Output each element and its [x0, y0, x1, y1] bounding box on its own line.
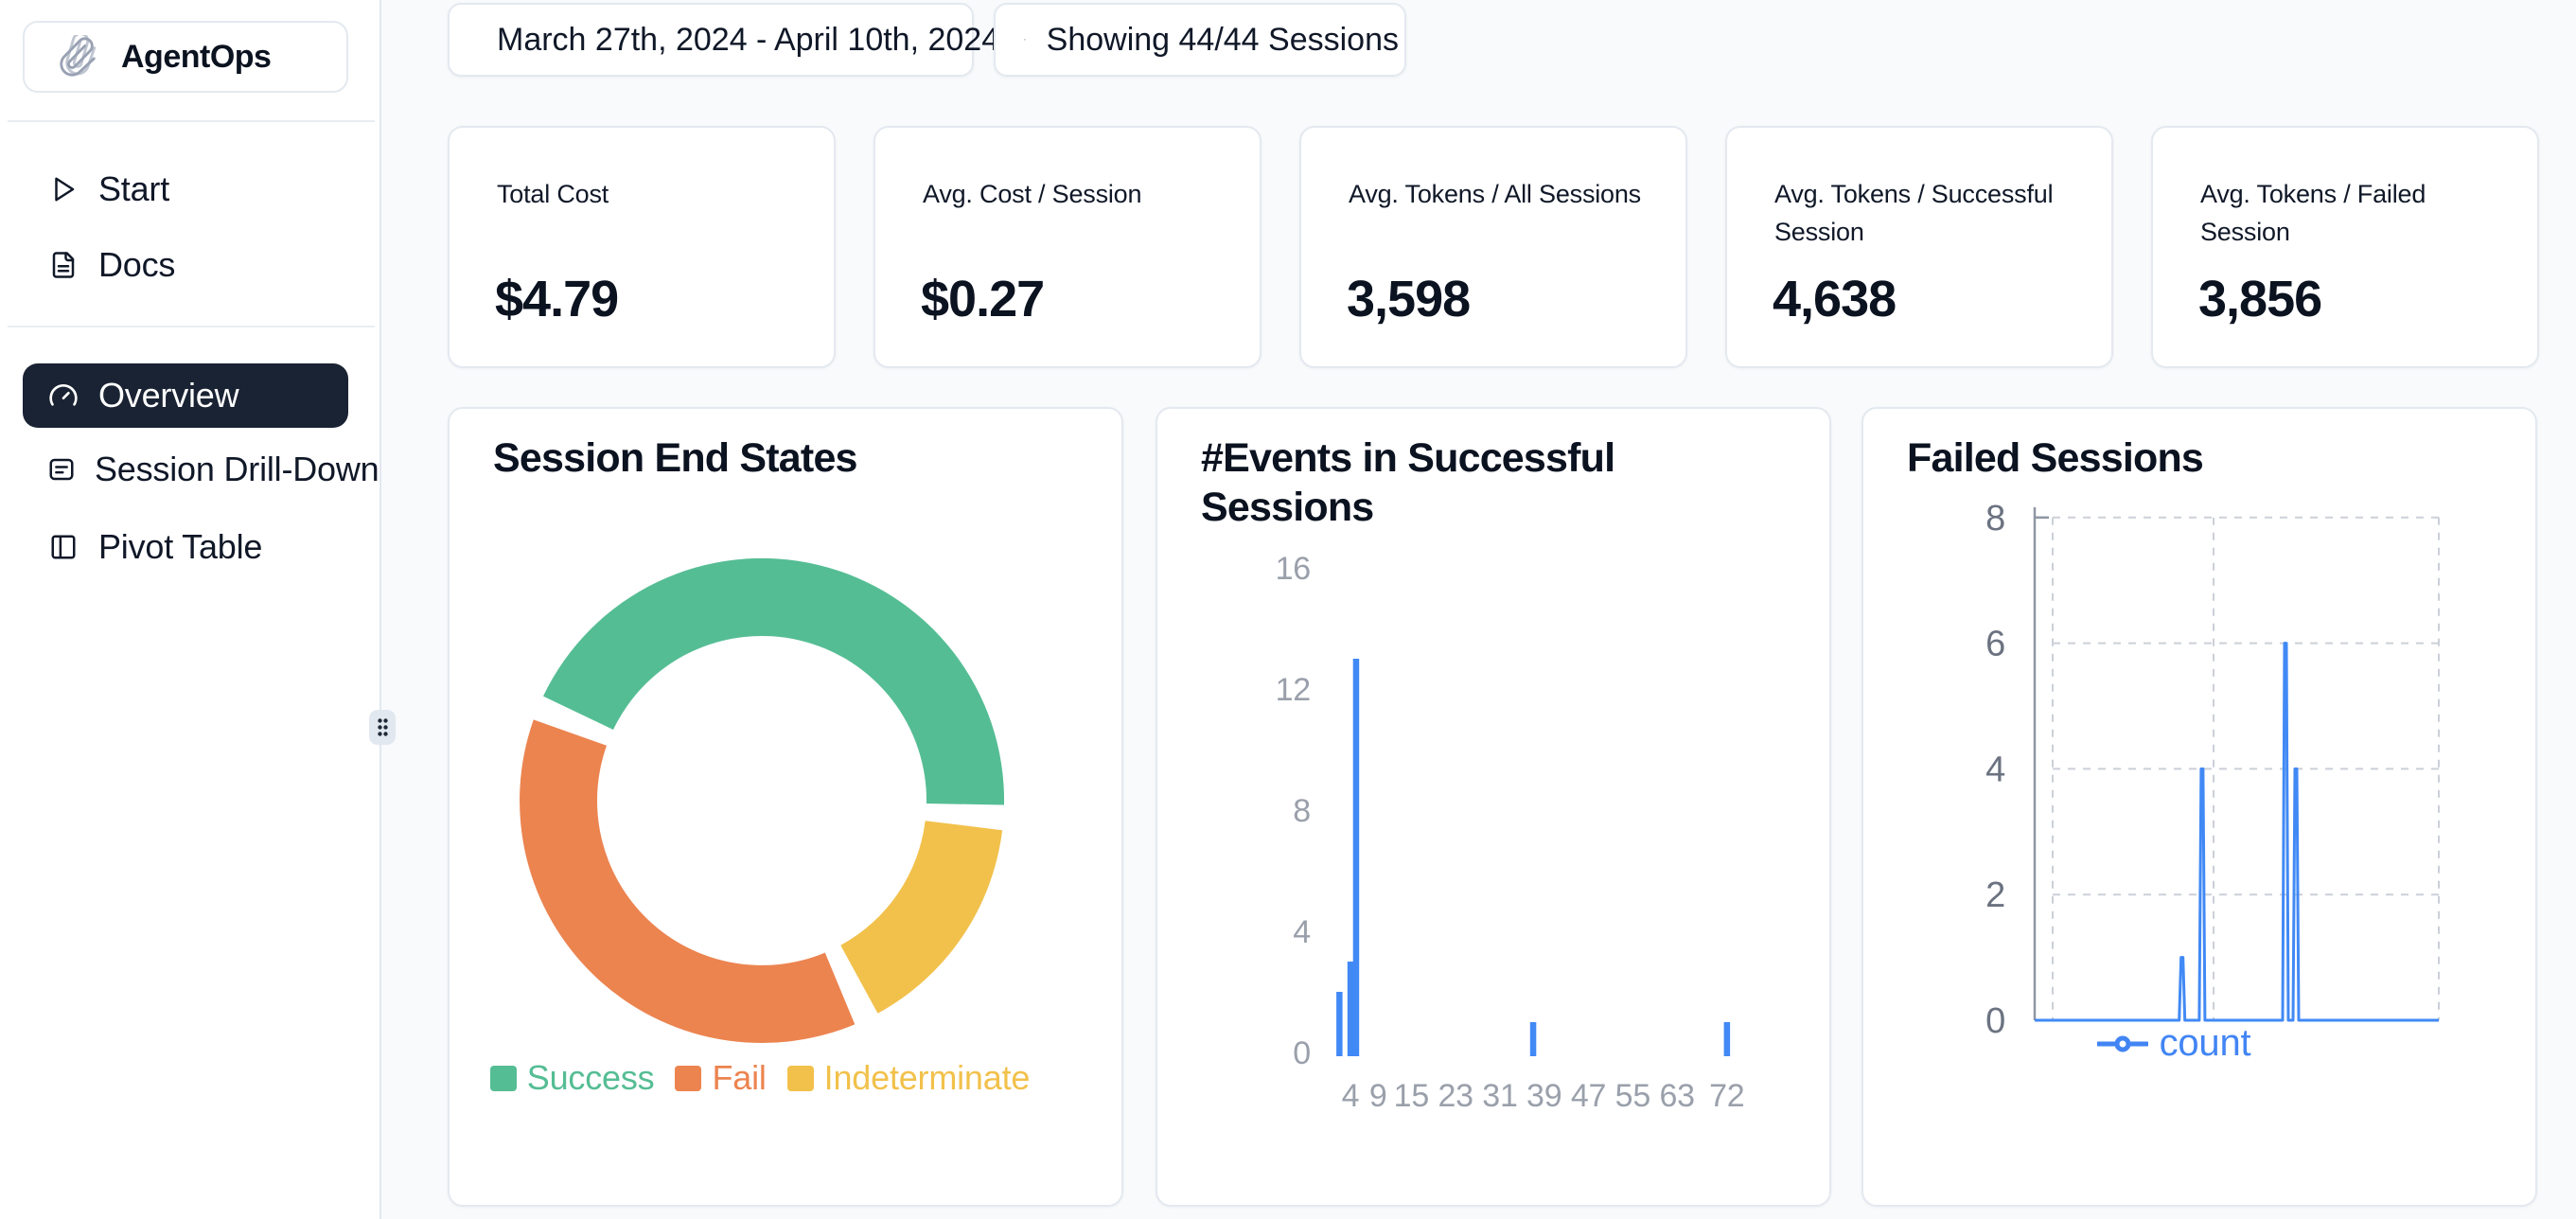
bar-x4	[1348, 962, 1354, 1056]
legend-swatch	[675, 1066, 701, 1091]
x-axis-tick-label: 23	[1438, 1078, 1473, 1114]
sessions-filter-button[interactable]: Showing 44/44 Sessions	[994, 3, 1406, 77]
grip-dots-icon	[376, 716, 390, 738]
bar-x5	[1353, 659, 1360, 1056]
sidebar-item-label: Pivot Table	[98, 527, 262, 567]
stat-card-avg-tokens-all-sessions: Avg. Tokens / All Sessions 3,598	[1299, 126, 1687, 368]
sidebar-item-label: Session Drill-Down	[95, 450, 379, 489]
stat-value: 3,856	[2198, 270, 2321, 328]
gauge-icon	[47, 380, 79, 412]
stat-label: Avg. Cost / Session	[923, 175, 1216, 213]
x-axis-tick-label: 4	[1342, 1078, 1360, 1114]
play-icon	[47, 173, 79, 205]
sidebar: AgentOps Start Docs Overview Session Drill…	[0, 0, 381, 1219]
legend-item-indeterminate[interactable]: Indeterminate	[787, 1058, 1031, 1098]
stat-value: $0.27	[921, 270, 1044, 328]
stat-value: 3,598	[1347, 270, 1470, 328]
date-range-label: March 27th, 2024 - April 10th, 2024	[497, 22, 999, 59]
count-series-marker-icon	[2097, 1035, 2148, 1052]
sidebar-item-pivot-table[interactable]: Pivot Table	[23, 517, 348, 577]
x-axis-tick-label: 15	[1394, 1078, 1429, 1114]
legend-label: Fail	[712, 1058, 766, 1098]
legend-label: Success	[527, 1058, 655, 1098]
sidebar-item-label: Docs	[98, 245, 175, 285]
legend-swatch	[787, 1066, 814, 1091]
sidebar-item-overview[interactable]: Overview	[23, 363, 348, 428]
stat-card-avg-tokens-successful-session: Avg. Tokens / Successful Session 4,638	[1725, 126, 2113, 368]
stat-card-avg-tokens-failed-session: Avg. Tokens / Failed Session 3,856	[2151, 126, 2539, 368]
stat-value: 4,638	[1773, 270, 1896, 328]
x-axis-tick-label: 55	[1615, 1078, 1650, 1114]
y-axis-tick-label: 4	[1985, 750, 2005, 789]
sidebar-item-label: Overview	[98, 376, 238, 415]
filter-lines-icon	[1024, 27, 1026, 52]
sidebar-item-docs[interactable]: Docs	[23, 235, 348, 295]
stat-label: Avg. Tokens / Successful Session	[1774, 175, 2068, 251]
bar-x2	[1336, 992, 1343, 1056]
bar-x72	[1724, 1022, 1731, 1056]
count-series-line	[2035, 644, 2439, 1020]
paperclip-logo-icon	[55, 35, 100, 79]
app-logo[interactable]: AgentOps	[23, 21, 348, 93]
stat-value: $4.79	[495, 270, 618, 328]
legend-swatch	[490, 1066, 517, 1091]
stat-label: Avg. Tokens / All Sessions	[1349, 175, 1642, 213]
events-in-successful-sessions-card: #Events in Successful Sessions 048121649…	[1156, 407, 1831, 1207]
events-histogram-chart: 0481216491523313947556372	[1157, 409, 1833, 1209]
bar-x37	[1530, 1022, 1537, 1056]
sidebar-resize-handle[interactable]	[369, 710, 396, 745]
sidebar-item-label: Start	[98, 169, 169, 209]
y-axis-tick-label: 8	[1293, 793, 1311, 829]
donut-slice-fail	[520, 719, 855, 1043]
stat-label: Avg. Tokens / Failed Session	[2200, 175, 2494, 251]
x-axis-tick-label: 31	[1482, 1078, 1517, 1114]
x-axis-tick-label: 47	[1571, 1078, 1606, 1114]
date-range-button[interactable]: March 27th, 2024 - April 10th, 2024	[448, 3, 974, 77]
sidebar-item-session-drill-down[interactable]: Session Drill-Down	[23, 439, 348, 500]
session-end-states-card: Session End States SuccessFailIndetermin…	[448, 407, 1123, 1207]
x-axis-tick-label: 72	[1709, 1078, 1744, 1114]
y-axis-tick-label: 2	[1985, 875, 2005, 915]
failed-sessions-card: Failed Sessions 02468 count	[1861, 407, 2537, 1207]
document-icon	[47, 249, 79, 281]
x-axis-tick-label: 9	[1369, 1078, 1387, 1114]
x-axis-tick-label: 63	[1659, 1078, 1694, 1114]
list-box-icon	[47, 453, 76, 486]
legend-label: Indeterminate	[824, 1058, 1031, 1098]
sidebar-item-start[interactable]: Start	[23, 159, 348, 220]
stat-label: Total Cost	[497, 175, 790, 213]
panel-columns-icon	[47, 531, 79, 563]
line-legend[interactable]: count	[1838, 1022, 2510, 1065]
y-axis-tick-label: 12	[1276, 672, 1311, 708]
count-legend-label: count	[2160, 1022, 2251, 1065]
y-axis-tick-label: 16	[1276, 551, 1311, 587]
failed-sessions-line-chart: 02468	[1863, 409, 2539, 1209]
stat-card-total-cost: Total Cost $4.79	[448, 126, 836, 368]
sidebar-divider	[8, 326, 375, 327]
sessions-filter-label: Showing 44/44 Sessions	[1047, 22, 1399, 59]
y-axis-tick-label: 0	[1293, 1035, 1311, 1071]
donut-slice-success	[543, 558, 1004, 805]
donut-legend: Success Fail Indeterminate	[424, 1058, 1096, 1098]
donut-slice-indeterminate	[840, 821, 1002, 1014]
legend-item-fail[interactable]: Fail	[675, 1058, 766, 1098]
y-axis-tick-label: 8	[1985, 499, 2005, 539]
y-axis-tick-label: 6	[1985, 625, 2005, 664]
y-axis-tick-label: 4	[1293, 914, 1311, 950]
stat-card-avg-cost-session: Avg. Cost / Session $0.27	[873, 126, 1262, 368]
x-axis-tick-label: 39	[1526, 1078, 1561, 1114]
legend-item-success[interactable]: Success	[490, 1058, 655, 1098]
sidebar-divider	[8, 120, 375, 122]
app-title: AgentOps	[121, 39, 271, 76]
